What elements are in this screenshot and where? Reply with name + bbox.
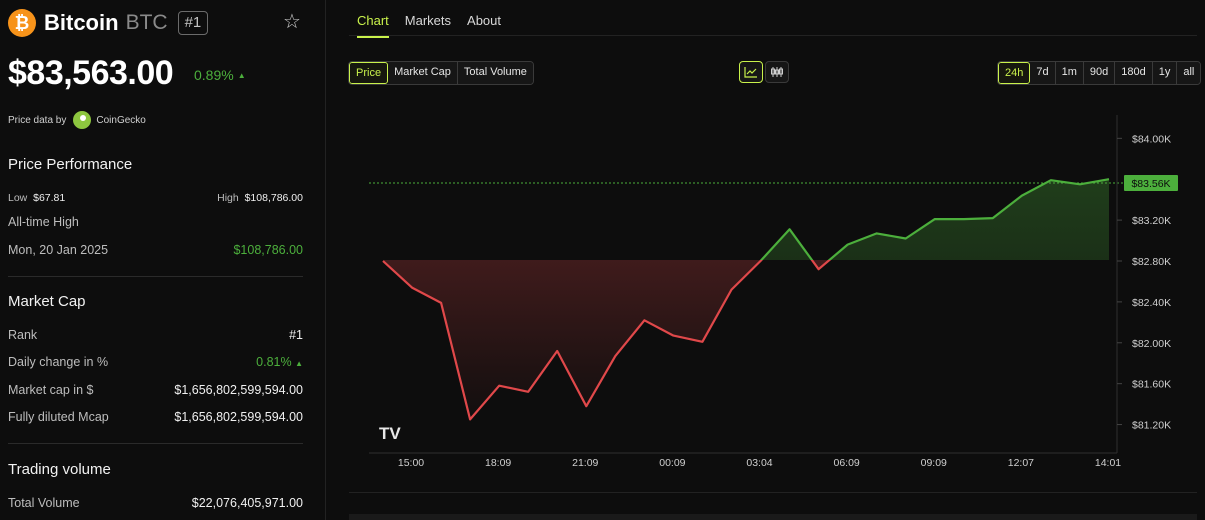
market-cap-label: Market cap in $ — [8, 383, 94, 397]
low-label: Low — [8, 192, 28, 204]
x-tick-label: 03:04 — [746, 457, 772, 469]
metric-total-volume-button[interactable]: Total Volume — [457, 62, 533, 84]
low-high-row: Low $67.81 High $108,786.00 — [8, 192, 303, 204]
bitcoin-logo-icon: ₿ — [8, 9, 36, 37]
ath-date: Mon, 20 Jan 2025 — [8, 243, 109, 257]
line-chart-icon[interactable] — [739, 61, 763, 83]
current-price-label: $83.56K — [1131, 178, 1170, 190]
range-1m-button[interactable]: 1m — [1055, 62, 1084, 84]
up-arrow-icon: ▲ — [237, 71, 246, 80]
coin-header: ₿ Bitcoin BTC #1 — [8, 8, 308, 38]
coingecko-logo-icon — [73, 111, 92, 129]
candlestick-glyph — [771, 67, 783, 77]
daily-change-label: Daily change in % — [8, 355, 109, 369]
x-tick-label: 12:07 — [1008, 457, 1034, 469]
x-tick-label: 21:09 — [572, 457, 598, 469]
price-source-label: Price data by — [8, 114, 67, 126]
low-value: $67.81 — [33, 192, 66, 204]
time-range-selector: 24h 7d 1m 90d 180d 1y all — [997, 61, 1202, 85]
coin-symbol: BTC — [125, 11, 168, 34]
daily-change-row: Daily change in % 0.81% ▲ — [8, 355, 303, 369]
x-tick-label: 06:09 — [833, 457, 859, 469]
rank-label: Rank — [8, 328, 38, 342]
metric-market-cap-button[interactable]: Market Cap — [388, 62, 458, 84]
daily-change-number: 0.81% — [256, 355, 292, 369]
range-180d-button[interactable]: 180d — [1115, 62, 1153, 84]
fd-mcap-row: Fully diluted Mcap $1,656,802,599,594.00 — [8, 410, 303, 424]
divider — [8, 276, 303, 277]
coin-name: Bitcoin — [44, 10, 119, 35]
current-price: $83,563.00 — [8, 54, 174, 92]
metric-price-button[interactable]: Price — [349, 62, 389, 84]
range-90d-button[interactable]: 90d — [1083, 62, 1116, 84]
candlestick-icon[interactable] — [765, 61, 789, 83]
range-1y-button[interactable]: 1y — [1152, 62, 1178, 84]
range-24h-button[interactable]: 24h — [998, 62, 1031, 84]
x-tick-label: 18:09 — [485, 457, 511, 469]
rank-value: #1 — [289, 328, 303, 342]
x-tick-label: 14:01 — [1095, 457, 1121, 469]
price-performance-title: Price Performance — [8, 156, 133, 173]
market-cap-value: $1,656,802,599,594.00 — [174, 383, 303, 397]
y-tick-label: $82.80K — [1132, 256, 1171, 268]
y-tick-label: $82.40K — [1132, 297, 1171, 309]
price-chart[interactable]: $83.56K $84.00K $83.20K $82.80K $82.40K $82.0… — [349, 115, 1197, 475]
ath-date-row: Mon, 20 Jan 2025 $108,786.00 — [8, 243, 303, 257]
price-change-value: 0.89% — [194, 67, 234, 83]
y-tick-label: $82.00K — [1132, 338, 1171, 350]
y-tick-label: $83.20K — [1132, 215, 1171, 227]
daily-change-value: 0.81% ▲ — [256, 355, 303, 369]
y-tick-label: $84.00K — [1132, 133, 1171, 145]
x-tick-label: 09:09 — [921, 457, 947, 469]
price-source: Price data by CoinGecko — [8, 111, 146, 129]
total-volume-value: $22,076,405,971.00 — [191, 496, 303, 510]
fd-mcap-label: Fully diluted Mcap — [8, 410, 109, 424]
tab-divider — [349, 35, 1197, 36]
metric-selector: Price Market Cap Total Volume — [348, 61, 534, 85]
star-icon[interactable]: ☆ — [283, 12, 303, 32]
price-source-name[interactable]: CoinGecko — [96, 115, 145, 126]
chart-type-selector — [739, 61, 789, 83]
ath-label: All-time High — [8, 215, 79, 229]
ath-value: $108,786.00 — [233, 243, 303, 257]
high-value: $108,786.00 — [244, 192, 303, 204]
x-tick-label: 00:09 — [659, 457, 685, 469]
total-volume-row: Total Volume $22,076,405,971.00 — [8, 496, 303, 510]
ath-row: All-time High — [8, 215, 303, 229]
up-arrow-icon: ▲ — [295, 359, 303, 368]
market-cap-title: Market Cap — [8, 293, 86, 310]
high-label: High — [217, 192, 239, 204]
total-volume-label: Total Volume — [8, 496, 80, 510]
price-change: 0.89% ▲ — [194, 67, 246, 83]
y-tick-label: $81.60K — [1132, 379, 1171, 391]
line-chart-glyph — [744, 67, 757, 78]
range-all-button[interactable]: all — [1177, 62, 1201, 84]
tradingview-logo-icon: TV — [379, 424, 401, 443]
chart-bottom-divider — [349, 492, 1197, 493]
bottom-scroll-area — [349, 514, 1197, 520]
market-cap-row: Market cap in $ $1,656,802,599,594.00 — [8, 383, 303, 397]
fd-mcap-value: $1,656,802,599,594.00 — [174, 410, 303, 424]
coin-info-panel: ₿ Bitcoin BTC #1 ☆ $83,563.00 0.89% ▲ Pri… — [0, 0, 326, 520]
divider — [8, 443, 303, 444]
trading-volume-title: Trading volume — [8, 461, 111, 478]
range-7d-button[interactable]: 7d — [1030, 62, 1056, 84]
rank-badge: #1 — [177, 11, 209, 35]
rank-row: Rank #1 — [8, 328, 303, 342]
y-tick-label: $81.20K — [1132, 420, 1171, 432]
x-tick-label: 15:00 — [398, 457, 424, 469]
